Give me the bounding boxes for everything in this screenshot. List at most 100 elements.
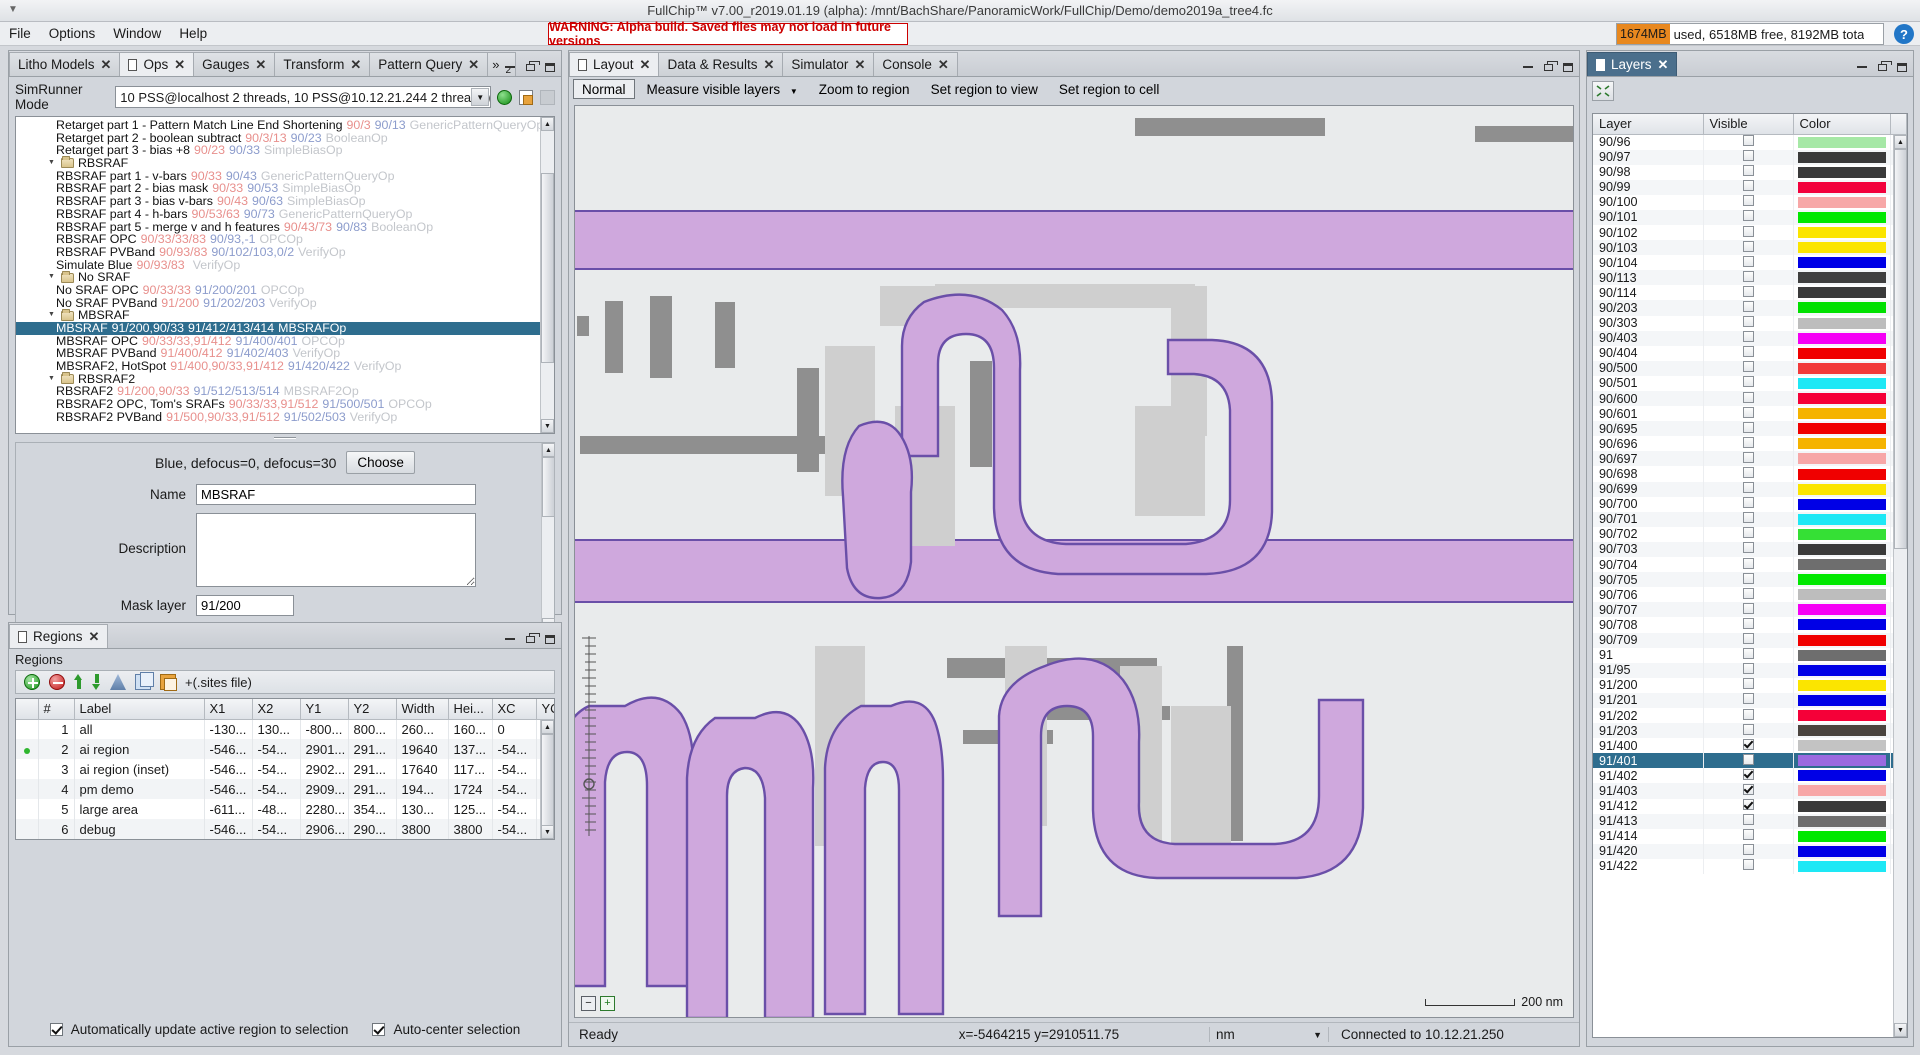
- layer-visible-checkbox[interactable]: [1742, 768, 1754, 780]
- layer-color-cell[interactable]: [1793, 270, 1891, 286]
- layer-color-cell[interactable]: [1793, 451, 1891, 467]
- layer-color-swatch[interactable]: [1797, 513, 1886, 525]
- layer-row[interactable]: 91/201: [1593, 692, 1907, 708]
- layer-color-cell[interactable]: [1793, 255, 1891, 271]
- table-row[interactable]: 4 pm demo -546... -54... 2909... 291... 194...…: [16, 779, 554, 799]
- layer-visible-checkbox[interactable]: [1742, 316, 1754, 328]
- remove-region-icon[interactable]: [49, 674, 65, 690]
- layer-color-cell[interactable]: [1793, 738, 1891, 754]
- layer-visible-checkbox[interactable]: [1742, 391, 1754, 403]
- layer-row[interactable]: 90/98: [1593, 164, 1907, 180]
- layer-visible-cell[interactable]: [1703, 255, 1794, 271]
- layer-row[interactable]: 90/104: [1593, 255, 1907, 271]
- layer-color-swatch[interactable]: [1797, 317, 1886, 329]
- restore-icon[interactable]: [1541, 60, 1558, 73]
- layer-color-cell[interactable]: [1793, 526, 1891, 542]
- layer-row[interactable]: 90/695: [1593, 421, 1907, 437]
- cut-icon[interactable]: [110, 674, 126, 690]
- layer-color-cell[interactable]: [1793, 179, 1891, 195]
- layer-row[interactable]: 90/404: [1593, 345, 1907, 361]
- zoom-to-region-button[interactable]: Zoom to region: [810, 79, 919, 99]
- layer-visible-cell[interactable]: [1703, 481, 1794, 497]
- layer-visible-cell[interactable]: [1703, 345, 1794, 361]
- layer-color-swatch[interactable]: [1797, 362, 1886, 374]
- scrollbar-thumb[interactable]: [541, 173, 554, 363]
- regions-column-header[interactable]: XC: [492, 699, 537, 720]
- layer-visible-cell[interactable]: [1703, 707, 1794, 724]
- layer-visible-cell[interactable]: [1703, 270, 1794, 286]
- layer-color-cell[interactable]: [1793, 587, 1891, 603]
- layer-color-cell[interactable]: [1793, 557, 1891, 573]
- layer-color-cell[interactable]: [1793, 345, 1891, 361]
- expand-collapse-icon[interactable]: ▼: [48, 157, 55, 170]
- layer-row[interactable]: 90/102: [1593, 224, 1907, 241]
- layer-color-cell[interactable]: [1793, 662, 1891, 678]
- layer-row[interactable]: 90/101: [1593, 209, 1907, 225]
- layer-visible-checkbox[interactable]: [1742, 421, 1754, 433]
- tab-litho-models[interactable]: Litho Models ✕: [9, 52, 121, 76]
- layer-visible-cell[interactable]: [1703, 677, 1794, 693]
- layer-row[interactable]: 90/699: [1593, 481, 1907, 497]
- layer-color-swatch[interactable]: [1797, 181, 1886, 193]
- scroll-up-icon[interactable]: ▲: [541, 720, 554, 734]
- layer-visible-cell[interactable]: [1703, 360, 1794, 376]
- layer-row[interactable]: 90/709: [1593, 632, 1907, 648]
- layer-color-swatch[interactable]: [1797, 528, 1886, 540]
- layer-color-cell[interactable]: [1793, 360, 1891, 376]
- restore-icon[interactable]: [1875, 60, 1892, 73]
- layer-row[interactable]: 91/400: [1593, 738, 1907, 754]
- layer-color-swatch[interactable]: [1797, 800, 1886, 812]
- tab-pattern-query[interactable]: Pattern Query ✕: [369, 52, 489, 76]
- layer-row[interactable]: 91/200: [1593, 677, 1907, 693]
- scroll-up-icon[interactable]: ▲: [542, 443, 555, 457]
- restore-icon[interactable]: [523, 60, 540, 73]
- layer-visible-cell[interactable]: [1703, 541, 1794, 558]
- layer-visible-checkbox[interactable]: [1742, 195, 1754, 207]
- layer-row[interactable]: 91/402: [1593, 768, 1907, 784]
- tab-layers[interactable]: Layers ✕: [1587, 52, 1678, 76]
- layer-color-swatch[interactable]: [1797, 257, 1886, 269]
- layer-visible-cell[interactable]: [1703, 209, 1794, 225]
- layer-color-swatch[interactable]: [1797, 151, 1886, 163]
- layer-visible-cell[interactable]: [1703, 602, 1794, 618]
- layer-visible-checkbox[interactable]: [1742, 723, 1754, 735]
- layer-color-swatch[interactable]: [1797, 785, 1886, 797]
- layer-color-cell[interactable]: [1793, 375, 1891, 391]
- ops-tree-item[interactable]: No SRAF OPC 90/33/33 91/200/201 OPCOp: [16, 284, 540, 297]
- simrunner-mode-select[interactable]: 10 PSS@localhost 2 threads, 10 PSS@10.12…: [115, 86, 492, 108]
- layer-row[interactable]: 91/413: [1593, 813, 1907, 829]
- layer-row[interactable]: 90/698: [1593, 466, 1907, 482]
- layer-color-cell[interactable]: [1793, 240, 1891, 256]
- restore-icon[interactable]: [523, 632, 540, 645]
- minimize-icon[interactable]: [1521, 61, 1535, 73]
- mask-layer-input[interactable]: [196, 595, 294, 616]
- layer-row[interactable]: 90/97: [1593, 149, 1907, 165]
- layer-color-cell[interactable]: [1793, 330, 1891, 346]
- layer-visible-checkbox[interactable]: [1742, 210, 1754, 222]
- tab-layout[interactable]: Layout ✕: [569, 52, 660, 76]
- layer-visible-checkbox[interactable]: [1742, 467, 1754, 479]
- layer-color-swatch[interactable]: [1797, 574, 1886, 586]
- layer-visible-checkbox[interactable]: [1742, 617, 1754, 629]
- minimize-icon[interactable]: [503, 633, 517, 645]
- layer-visible-cell[interactable]: [1703, 496, 1794, 512]
- maximize-icon[interactable]: [543, 61, 557, 73]
- layer-row[interactable]: 91/202: [1593, 707, 1907, 724]
- add-region-icon[interactable]: [24, 674, 40, 690]
- regions-column-header[interactable]: Hei...: [448, 699, 493, 720]
- layer-visible-cell[interactable]: [1703, 632, 1794, 648]
- layer-color-cell[interactable]: [1793, 224, 1891, 241]
- layer-visible-cell[interactable]: [1703, 798, 1794, 814]
- layer-visible-checkbox[interactable]: [1742, 482, 1754, 494]
- layer-color-cell[interactable]: [1793, 813, 1891, 829]
- layer-row[interactable]: 91/203: [1593, 723, 1907, 739]
- layer-visible-checkbox[interactable]: [1742, 633, 1754, 645]
- layer-row[interactable]: 90/103: [1593, 240, 1907, 256]
- auto-update-checkbox[interactable]: Automatically update active region to se…: [49, 1022, 348, 1037]
- layer-row[interactable]: 90/113: [1593, 270, 1907, 286]
- layer-color-swatch[interactable]: [1797, 604, 1886, 616]
- layer-color-swatch[interactable]: [1797, 423, 1886, 435]
- expand-collapse-icon[interactable]: ▼: [48, 271, 55, 284]
- layer-color-cell[interactable]: [1793, 677, 1891, 693]
- layer-color-swatch[interactable]: [1797, 302, 1886, 314]
